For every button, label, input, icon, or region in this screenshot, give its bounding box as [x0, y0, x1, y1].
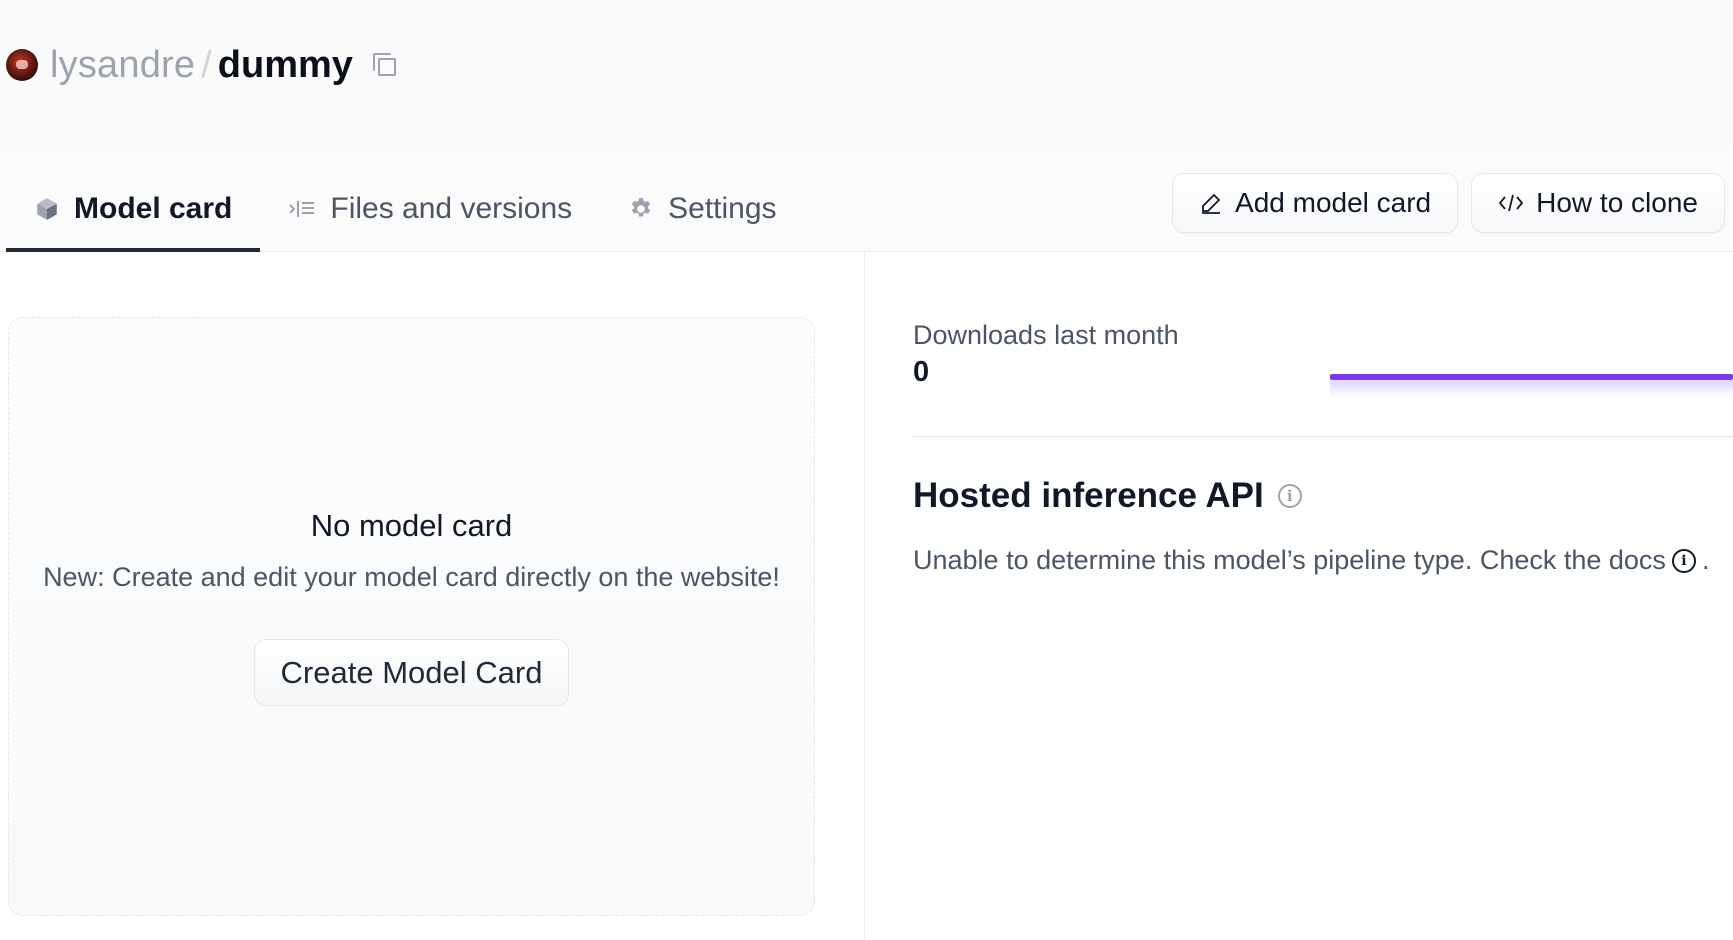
inference-api-title-text: Hosted inference API: [913, 476, 1264, 515]
cube-icon: [34, 196, 60, 222]
inference-api-title: Hosted inference API i: [913, 476, 1302, 516]
tab-files-and-versions[interactable]: Files and versions: [260, 165, 600, 252]
code-icon: [1498, 191, 1524, 215]
empty-state-subtitle: New: Create and edit your model card dir…: [43, 562, 780, 592]
repo-tabs: Model card Files and versions Settings: [6, 165, 805, 252]
downloads-sparkline: [1330, 372, 1733, 398]
inference-message-text: Unable to determine this model’s pipelin…: [913, 545, 1666, 575]
pencil-icon: [1199, 191, 1223, 215]
empty-state: No model card New: Create and edit your …: [9, 508, 814, 706]
tab-model-card[interactable]: Model card: [6, 165, 261, 252]
repo-separator: /: [201, 43, 212, 86]
repo-title: lysandre / dummy: [6, 40, 399, 90]
downloads-value: 0: [913, 356, 930, 388]
tab-settings[interactable]: Settings: [600, 165, 804, 252]
repo-header: lysandre / dummy Model card Files and ve…: [0, 0, 1733, 252]
model-card-panel: No model card New: Create and edit your …: [8, 317, 815, 916]
how-to-clone-button[interactable]: How to clone: [1471, 173, 1725, 233]
empty-state-title: No model card: [310, 508, 513, 543]
how-to-clone-label: How to clone: [1536, 187, 1698, 218]
info-icon[interactable]: i: [1277, 484, 1302, 508]
owner-avatar[interactable]: [6, 49, 38, 81]
column-divider: [864, 252, 865, 940]
repo-owner-link[interactable]: lysandre: [50, 44, 195, 87]
copy-icon[interactable]: [371, 51, 399, 79]
create-model-card-button[interactable]: Create Model Card: [253, 639, 570, 706]
docs-info-icon[interactable]: i: [1671, 548, 1696, 573]
gear-icon: [628, 196, 654, 222]
inference-api-message: Unable to determine this model’s pipelin…: [913, 545, 1709, 576]
tab-label: Files and versions: [330, 191, 573, 225]
files-icon: [288, 196, 316, 222]
sparkline-fill: [1330, 380, 1733, 398]
tab-label: Model card: [74, 191, 233, 225]
add-model-card-button[interactable]: Add model card: [1172, 173, 1459, 233]
repo-actions: Add model card How to clone: [1172, 173, 1725, 233]
section-divider: [913, 436, 1733, 437]
downloads-label: Downloads last month: [913, 320, 1179, 350]
add-model-card-label: Add model card: [1235, 187, 1432, 218]
tab-label: Settings: [668, 191, 777, 225]
repo-name-link[interactable]: dummy: [218, 44, 353, 87]
inference-message-suffix: .: [1701, 545, 1710, 575]
